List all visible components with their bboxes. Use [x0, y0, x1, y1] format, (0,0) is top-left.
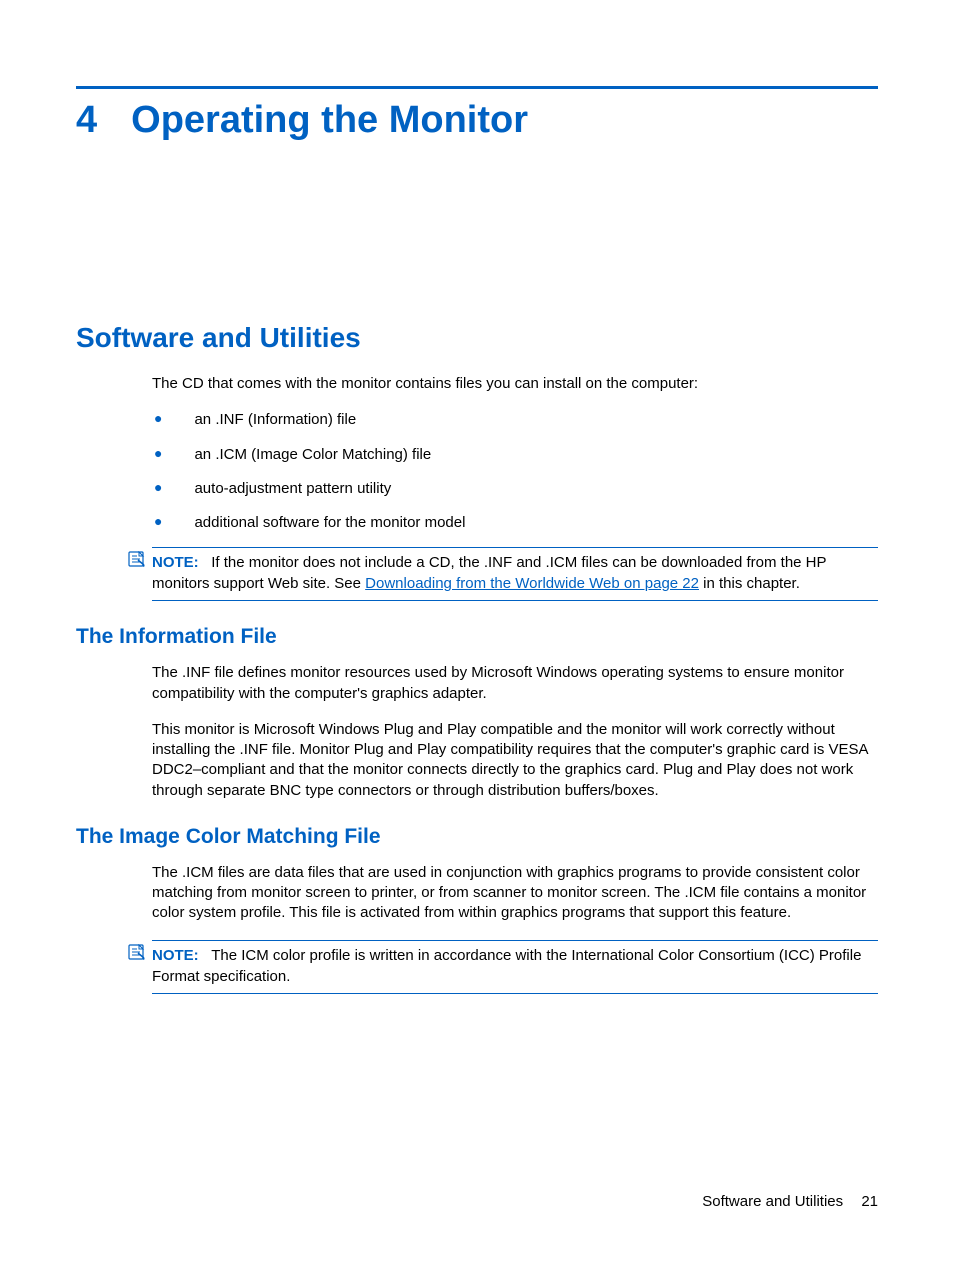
- bullet-icon: ●: [154, 445, 162, 462]
- bullet-icon: ●: [154, 410, 162, 427]
- bullet-list: ● an .INF (Information) file ● an .ICM (…: [152, 410, 878, 533]
- bullet-text: an .INF (Information) file: [194, 410, 356, 430]
- list-item: ● additional software for the monitor mo…: [152, 513, 878, 533]
- section2-para1: The .INF file defines monitor resources …: [152, 663, 878, 704]
- bullet-icon: ●: [154, 513, 162, 530]
- section-heading-icm-file: The Image Color Matching File: [76, 825, 878, 849]
- note-box: NOTE: If the monitor does not include a …: [152, 547, 878, 601]
- list-item: ● auto-adjustment pattern utility: [152, 479, 878, 499]
- note-icon: [128, 944, 146, 960]
- note-link[interactable]: Downloading from the Worldwide Web on pa…: [365, 575, 699, 592]
- note-icon: [128, 551, 146, 567]
- note-label: NOTE:: [152, 554, 199, 571]
- note-box: NOTE: The ICM color profile is written i…: [152, 940, 878, 994]
- section-heading-software-utilities: Software and Utilities: [76, 322, 878, 354]
- bullet-text: auto-adjustment pattern utility: [194, 479, 391, 499]
- list-item: ● an .ICM (Image Color Matching) file: [152, 445, 878, 465]
- page-footer: Software and Utilities 21: [702, 1193, 878, 1210]
- note-label: NOTE:: [152, 947, 199, 964]
- note-text-after: in this chapter.: [699, 575, 800, 592]
- list-item: ● an .INF (Information) file: [152, 410, 878, 430]
- section1-intro: The CD that comes with the monitor conta…: [152, 374, 878, 394]
- chapter-header: 4 Operating the Monitor: [76, 99, 878, 142]
- document-page: 4 Operating the Monitor Software and Uti…: [0, 0, 954, 1064]
- section3-para1: The .ICM files are data files that are u…: [152, 863, 878, 924]
- bullet-icon: ●: [154, 479, 162, 496]
- section-heading-information-file: The Information File: [76, 625, 878, 649]
- chapter-title: Operating the Monitor: [131, 99, 528, 142]
- section2-para2: This monitor is Microsoft Windows Plug a…: [152, 720, 878, 801]
- chapter-number: 4: [76, 99, 97, 142]
- note-text: The ICM color profile is written in acco…: [152, 947, 861, 985]
- footer-page-number: 21: [861, 1193, 878, 1210]
- chapter-rule: [76, 86, 878, 89]
- bullet-text: an .ICM (Image Color Matching) file: [194, 445, 431, 465]
- bullet-text: additional software for the monitor mode…: [194, 513, 465, 533]
- footer-section: Software and Utilities: [702, 1193, 843, 1210]
